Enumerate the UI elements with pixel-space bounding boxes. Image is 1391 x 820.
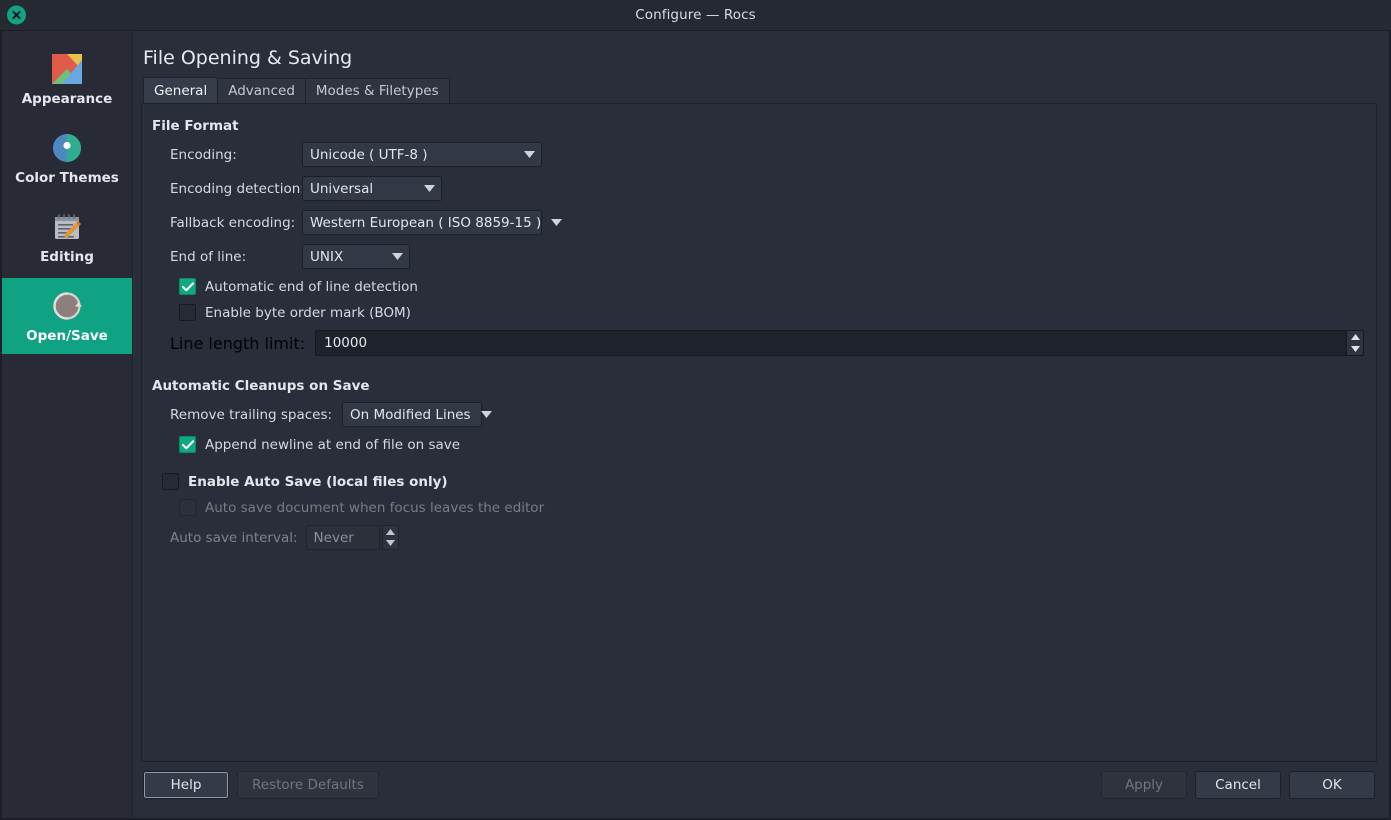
checkbox-unchecked-icon [162, 473, 179, 490]
row-fallback-encoding: Fallback encoding: Western European ( IS… [152, 210, 1364, 235]
enable-auto-save-checkbox[interactable]: Enable Auto Save (local files only) [152, 473, 1364, 490]
remove-trailing-spaces-value: On Modified Lines [350, 406, 471, 423]
remove-trailing-spaces-combobox[interactable]: On Modified Lines [342, 402, 492, 427]
close-icon[interactable] [7, 5, 26, 25]
auto-eol-detection-checkbox[interactable]: Automatic end of line detection [152, 278, 1364, 295]
restore-defaults-button: Restore Defaults [237, 771, 379, 799]
encoding-detection-combobox[interactable]: Universal [302, 176, 442, 201]
sidebar-item-color-themes[interactable]: Color Themes [2, 120, 132, 196]
row-auto-save-interval: Auto save interval: Never [152, 525, 1364, 550]
window-titlebar: Configure — Rocs [0, 0, 1391, 31]
settings-main: File Opening & Saving General Advanced M… [133, 31, 1389, 818]
end-of-line-combobox[interactable]: UNIX [302, 244, 410, 269]
encoding-detection-value: Universal [310, 180, 374, 197]
encoding-detection-label: Encoding detection: [170, 180, 305, 197]
sidebar-item-open-save[interactable]: Open/Save [2, 278, 132, 354]
apply-button: Apply [1101, 771, 1187, 799]
tab-strip: General Advanced Modes & Filetypes [141, 77, 1377, 103]
checkbox-unchecked-icon [179, 304, 196, 321]
tab-page-general: File Format Encoding: Unicode ( UTF-8 ) … [141, 103, 1377, 762]
append-newline-label: Append newline at end of file on save [205, 436, 461, 453]
enable-auto-save-label: Enable Auto Save (local files only) [188, 473, 448, 490]
line-length-limit-label: Line length limit: [170, 333, 306, 353]
tab-advanced[interactable]: Advanced [217, 78, 306, 103]
cancel-button[interactable]: Cancel [1195, 771, 1281, 799]
window-title: Configure — Rocs [635, 7, 756, 23]
remove-trailing-spaces-label: Remove trailing spaces: [170, 406, 333, 423]
close-x-glyph [12, 10, 21, 20]
chevron-down-icon [421, 185, 437, 192]
encoding-combobox[interactable]: Unicode ( UTF-8 ) [302, 142, 542, 167]
ok-button[interactable]: OK [1289, 771, 1375, 799]
row-encoding: Encoding: Unicode ( UTF-8 ) [152, 142, 1364, 167]
auto-save-interval-label: Auto save interval: [170, 529, 298, 546]
appearance-icon [49, 51, 85, 87]
sidebar-item-label: Color Themes [15, 170, 119, 186]
bom-checkbox[interactable]: Enable byte order mark (BOM) [152, 304, 1364, 321]
sidebar-item-label: Editing [40, 249, 94, 265]
checkbox-unchecked-disabled-icon [179, 499, 196, 516]
row-line-length-limit: Line length limit: 10000 [152, 330, 1364, 356]
checkbox-checked-icon [179, 278, 196, 295]
auto-save-interval-input: Never [305, 525, 380, 550]
tab-general[interactable]: General [143, 77, 219, 103]
row-end-of-line: End of line: UNIX [152, 244, 1364, 269]
help-button[interactable]: Help [143, 771, 229, 799]
chevron-down-icon [551, 219, 563, 226]
encoding-label: Encoding: [170, 146, 237, 163]
page-title: File Opening & Saving [143, 47, 353, 69]
editing-icon [49, 209, 85, 245]
auto-eol-detection-label: Automatic end of line detection [205, 278, 418, 295]
fallback-encoding-value: Western European ( ISO 8859-15 ) [310, 214, 542, 231]
bom-label: Enable byte order mark (BOM) [205, 304, 411, 321]
sidebar-item-appearance[interactable]: Appearance [2, 41, 132, 117]
group-cleanups-title: Automatic Cleanups on Save [152, 378, 370, 394]
row-remove-trailing-spaces: Remove trailing spaces: On Modified Line… [152, 402, 1364, 427]
sidebar-item-editing[interactable]: Editing [2, 199, 132, 275]
fallback-encoding-combobox[interactable]: Western European ( ISO 8859-15 ) [302, 210, 563, 235]
checkbox-checked-icon [179, 436, 196, 453]
group-file-format-title: File Format [152, 118, 239, 134]
auto-save-focus-checkbox: Auto save document when focus leaves the… [152, 499, 1364, 516]
encoding-value: Unicode ( UTF-8 ) [310, 146, 428, 163]
end-of-line-label: End of line: [170, 248, 247, 265]
auto-save-focus-label: Auto save document when focus leaves the… [205, 499, 545, 516]
chevron-down-icon [389, 253, 405, 260]
configure-dialog: Configure — Rocs Appearance Color Themes… [0, 0, 1391, 820]
row-encoding-detection: Encoding detection: Universal [152, 176, 1364, 201]
spin-down-icon [383, 538, 398, 550]
settings-sidebar: Appearance Color Themes Editing Open/Sav… [2, 31, 133, 818]
line-length-spin-buttons [1347, 330, 1364, 356]
dialog-body: Appearance Color Themes Editing Open/Sav… [0, 31, 1391, 820]
spin-up-icon [383, 526, 398, 538]
end-of-line-value: UNIX [310, 248, 344, 265]
line-length-limit-input[interactable]: 10000 [315, 330, 1347, 356]
auto-save-interval-spin-buttons [381, 525, 399, 550]
auto-save-interval-spinbox: Never [305, 525, 399, 550]
spin-up-icon[interactable] [1347, 331, 1363, 343]
dialog-footer: Help Restore Defaults Apply Cancel OK [141, 762, 1377, 808]
chevron-down-icon [480, 411, 492, 418]
tab-modes-filetypes[interactable]: Modes & Filetypes [304, 78, 450, 103]
color-themes-icon [49, 130, 85, 166]
append-newline-checkbox[interactable]: Append newline at end of file on save [152, 436, 1364, 453]
open-save-icon [49, 288, 85, 324]
line-length-limit-spinbox[interactable]: 10000 [315, 330, 1364, 356]
sidebar-item-label: Appearance [21, 91, 113, 107]
fallback-encoding-label: Fallback encoding: [170, 214, 296, 231]
chevron-down-icon [521, 151, 537, 158]
sidebar-item-label: Open/Save [26, 328, 108, 344]
spin-down-icon[interactable] [1347, 343, 1363, 355]
